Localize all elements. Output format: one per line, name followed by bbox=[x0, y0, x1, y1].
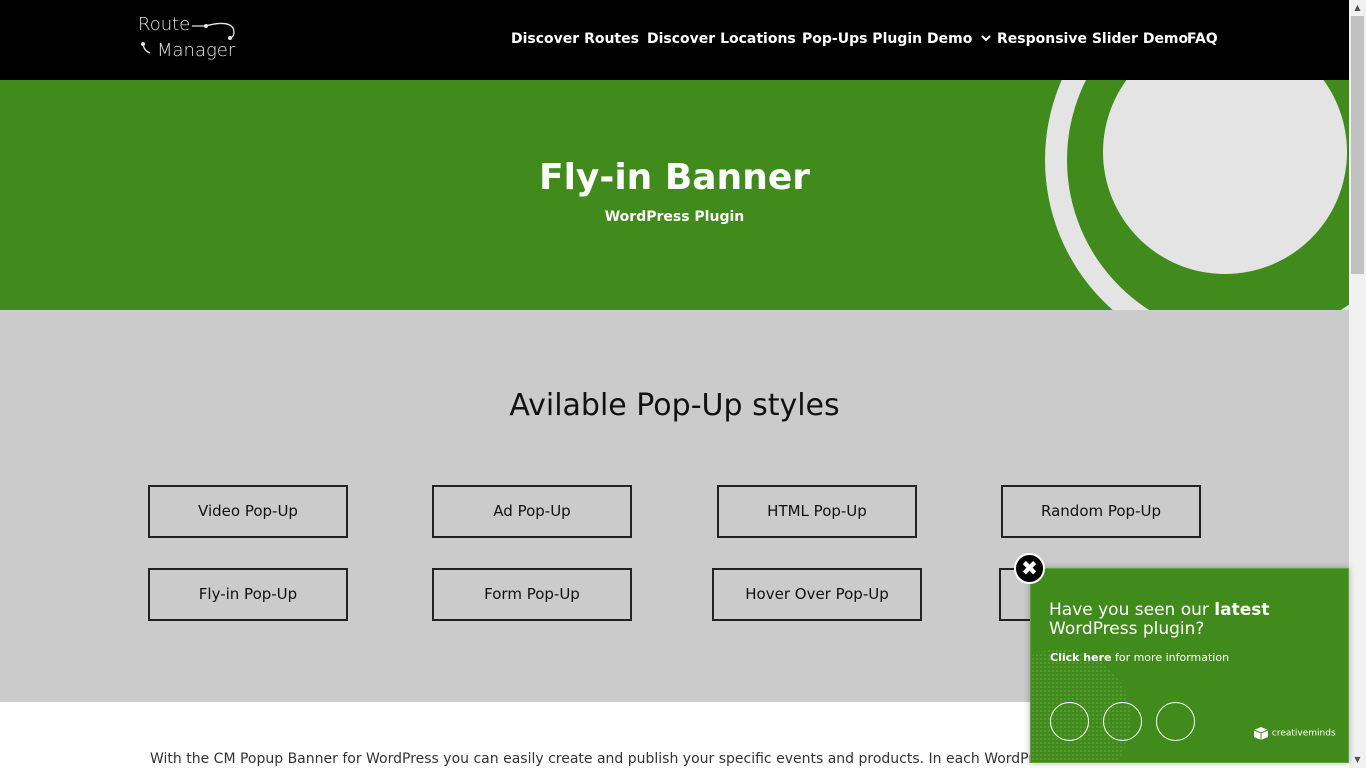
nav-item-discover-locations[interactable]: Discover Locations bbox=[647, 31, 796, 47]
nav-item-label: Responsive Slider Demo bbox=[997, 31, 1189, 47]
flyin-popup-button[interactable]: Fly-in Pop-Up bbox=[148, 568, 348, 621]
scroll-up-arrow-icon[interactable]: ▲ bbox=[1349, 0, 1366, 16]
hero-subtitle: WordPress Plugin bbox=[604, 209, 745, 225]
site-logo[interactable]: Route Manager bbox=[138, 14, 238, 66]
ad-popup-button[interactable]: Ad Pop-Up bbox=[432, 485, 632, 538]
popup-info: Click here for more information bbox=[1050, 651, 1229, 664]
nav-item-label: Discover Locations bbox=[647, 31, 796, 47]
video-popup-button[interactable]: Video Pop-Up bbox=[148, 485, 348, 538]
popup-headline-start: Have you seen our bbox=[1049, 600, 1215, 620]
hover-over-popup-button[interactable]: Hover Over Pop-Up bbox=[712, 568, 922, 621]
page-scrollbar[interactable]: ▲ ▼ bbox=[1349, 0, 1366, 768]
form-popup-button[interactable]: Form Pop-Up bbox=[432, 568, 632, 621]
logo-text-line2: Manager bbox=[157, 40, 236, 61]
html-popup-button[interactable]: HTML Pop-Up bbox=[717, 485, 917, 538]
nav-item-discover-routes[interactable]: Discover Routes bbox=[511, 31, 639, 47]
hero-banner: Fly-in Banner WordPress Plugin bbox=[0, 80, 1349, 310]
chevron-down-icon bbox=[981, 32, 992, 45]
close-icon[interactable]: ✖ bbox=[1014, 553, 1045, 584]
scroll-down-arrow-icon[interactable]: ▼ bbox=[1349, 752, 1366, 768]
flyin-banner-popup[interactable]: Have you seen our latest WordPress plugi… bbox=[1030, 568, 1349, 763]
popup-info-text: for more information bbox=[1111, 651, 1230, 664]
scroll-thumb[interactable] bbox=[1351, 16, 1364, 274]
popup-headline: Have you seen our latest WordPress plugi… bbox=[1049, 601, 1329, 639]
logo-text-line1: Route bbox=[138, 14, 191, 35]
intro-paragraph: With the CM Popup Banner for WordPress y… bbox=[150, 751, 1030, 767]
nav-item-label: Pop-Ups Plugin Demo bbox=[802, 31, 973, 47]
hero-title: Fly-in Banner bbox=[538, 157, 810, 198]
nav-item-label: FAQ bbox=[1187, 31, 1218, 47]
creativeminds-logo: creativeminds bbox=[1253, 726, 1336, 741]
popup-headline-end: WordPress plugin? bbox=[1049, 619, 1205, 639]
nav-item-popups-plugin-demo[interactable]: Pop-Ups Plugin Demo bbox=[802, 31, 992, 47]
nav-item-label: Discover Routes bbox=[511, 31, 639, 47]
popup-headline-bold: latest bbox=[1214, 600, 1270, 620]
section-heading: Avilable Pop-Up styles bbox=[509, 388, 840, 423]
site-header: Route Manager Discover Routes Discover L… bbox=[0, 0, 1349, 80]
random-popup-button[interactable]: Random Pop-Up bbox=[1001, 485, 1201, 538]
popup-click-here-link[interactable]: Click here bbox=[1050, 651, 1111, 664]
popup-circle-3 bbox=[1156, 702, 1195, 741]
nav-item-responsive-slider-demo[interactable]: Responsive Slider Demo bbox=[997, 31, 1188, 47]
popup-circle-2 bbox=[1103, 702, 1142, 741]
popup-circle-1 bbox=[1050, 702, 1089, 741]
brand-text: creativeminds bbox=[1271, 728, 1336, 739]
cube-logo-icon bbox=[1253, 727, 1269, 740]
nav-item-faq[interactable]: FAQ bbox=[1187, 31, 1218, 47]
